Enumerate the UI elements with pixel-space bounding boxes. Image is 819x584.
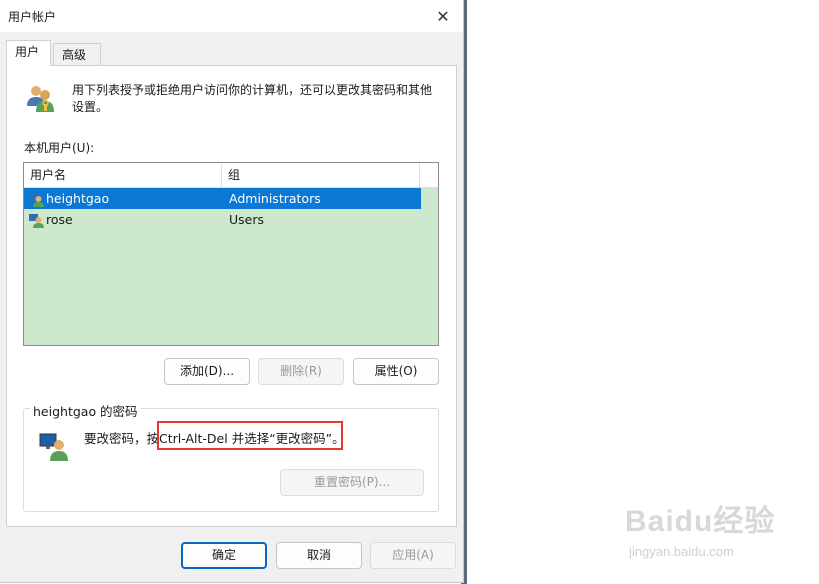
reset-password-button[interactable]: 重置密码(P)... bbox=[280, 469, 424, 496]
baidu-watermark: Baidu经验 jingyan.baidu.com bbox=[625, 496, 800, 571]
watermark-url: jingyan.baidu.com bbox=[629, 544, 734, 559]
row-username: heightgao bbox=[46, 191, 110, 206]
close-icon: ✕ bbox=[436, 6, 450, 26]
row-group: Users bbox=[229, 212, 265, 227]
red-highlight-box bbox=[157, 421, 343, 450]
add-user-button[interactable]: 添加(D)... bbox=[164, 358, 250, 385]
password-instruction-prefix: 要改密码，按 bbox=[84, 431, 160, 446]
column-header-username[interactable]: 用户名 bbox=[24, 163, 222, 187]
users-listview[interactable]: 用户名 组 heightgao Administrators rose User… bbox=[23, 162, 439, 346]
column-header-group[interactable]: 组 bbox=[222, 163, 420, 187]
cancel-button[interactable]: 取消 bbox=[276, 542, 362, 569]
user-computer-icon bbox=[39, 433, 68, 461]
password-group-title: heightgao 的密码 bbox=[30, 401, 141, 420]
row-username: rose bbox=[46, 212, 73, 227]
title-bar: 用户帐户 ✕ bbox=[0, 0, 463, 32]
close-button[interactable]: ✕ bbox=[423, 0, 463, 32]
remove-user-button[interactable]: 删除(R) bbox=[258, 358, 344, 385]
tab-advanced[interactable]: 高级 bbox=[53, 43, 101, 65]
window-title: 用户帐户 bbox=[8, 10, 57, 24]
intro-description: 用下列表授予或拒绝用户访问你的计算机，还可以更改其密码和其他设置。 bbox=[72, 83, 433, 114]
properties-button[interactable]: 属性(O) bbox=[353, 358, 439, 385]
apply-button[interactable]: 应用(A) bbox=[370, 542, 456, 569]
local-users-label: 本机用户(U): bbox=[24, 141, 95, 155]
watermark-logo: Baidu经验 bbox=[625, 505, 776, 538]
tab-users[interactable]: 用户 bbox=[6, 40, 51, 66]
table-row[interactable]: heightgao Administrators bbox=[24, 188, 421, 209]
row-group: Administrators bbox=[229, 191, 321, 206]
list-header: 用户名 组 bbox=[24, 163, 438, 188]
user-icon bbox=[29, 214, 44, 228]
user-icon bbox=[29, 193, 44, 207]
table-row[interactable]: rose Users bbox=[24, 209, 421, 230]
ok-button[interactable]: 确定 bbox=[181, 542, 267, 569]
users-icon bbox=[27, 86, 54, 112]
